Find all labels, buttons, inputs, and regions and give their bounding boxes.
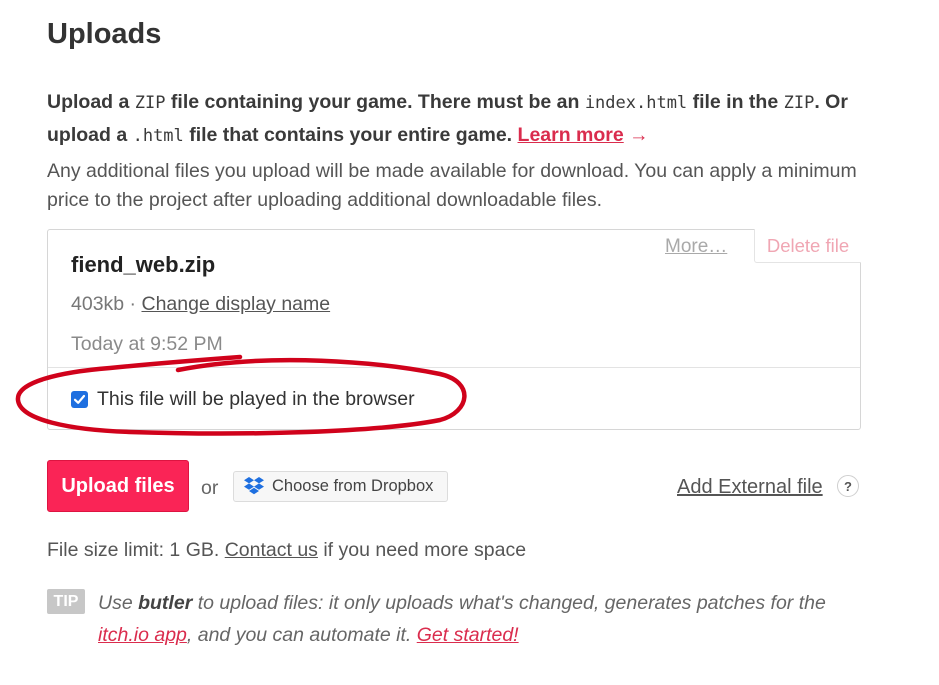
intro-text-5: file that contains your entire game. <box>183 124 518 146</box>
browser-play-row: This file will be played in the browser <box>71 388 415 411</box>
dropbox-icon <box>243 477 265 496</box>
additional-files-text: Any additional files you upload will be … <box>47 160 857 211</box>
tip-use: Use <box>98 592 139 614</box>
limit-prefix: File size limit: 1 GB. <box>47 539 225 561</box>
checkmark-icon <box>73 394 86 404</box>
arrow-right-icon: → <box>629 124 649 146</box>
help-icon[interactable]: ? <box>837 475 859 497</box>
upload-files-button[interactable]: Upload files <box>47 460 189 512</box>
limit-suffix: if you need more space <box>317 539 527 561</box>
browser-play-label: This file will be played in the browser <box>97 388 415 410</box>
tip-middle: to upload files: it only uploads what's … <box>192 592 826 614</box>
or-label: or <box>201 477 219 499</box>
browser-play-checkbox[interactable] <box>71 391 88 408</box>
file-size: 403kb <box>71 293 125 315</box>
tip-badge: TIP <box>47 589 85 614</box>
get-started-link[interactable]: Get started! <box>417 624 519 646</box>
add-external-file-link[interactable]: Add External file <box>677 476 823 499</box>
code-index-html: index.html <box>584 93 688 113</box>
code-zip: ZIP <box>134 93 166 113</box>
upload-date: Today at 9:52 PM <box>71 333 223 355</box>
tip-butler: butler <box>138 592 193 614</box>
card-divider <box>48 367 860 368</box>
contact-us-link[interactable]: Contact us <box>225 539 318 561</box>
change-display-name-link[interactable]: Change display name <box>141 293 330 315</box>
itchio-app-link[interactable]: itch.io app <box>98 624 187 646</box>
code-zip-2: ZIP <box>783 93 815 113</box>
file-name: fiend_web.zip <box>71 252 216 277</box>
meta-separator: · <box>124 293 142 315</box>
intro-text-2: file containing your game. There must be… <box>165 91 585 113</box>
file-size-limit: File size limit: 1 GB. Contact us if you… <box>47 539 526 562</box>
intro-text-3: file in the <box>687 91 784 113</box>
uploaded-file-card: fiend_web.zip More… Delete file 403kb · … <box>47 229 861 430</box>
intro-text-1: Upload a <box>47 91 135 113</box>
more-link[interactable]: More… <box>665 236 727 258</box>
page-title: Uploads <box>47 18 162 50</box>
tip-text: Use butler to upload files: it only uplo… <box>98 587 878 651</box>
dropbox-label: Choose from Dropbox <box>272 477 434 495</box>
code-html: .html <box>132 126 184 146</box>
learn-more-link[interactable]: Learn more <box>518 124 624 146</box>
choose-from-dropbox-button[interactable]: Choose from Dropbox <box>233 471 448 502</box>
file-meta: 403kb · Change display name <box>71 293 330 316</box>
upload-instructions: Upload a ZIP file containing your game. … <box>47 86 887 152</box>
delete-file-button[interactable]: Delete file <box>754 229 861 263</box>
tip-after: , and you can automate it. <box>186 624 417 646</box>
